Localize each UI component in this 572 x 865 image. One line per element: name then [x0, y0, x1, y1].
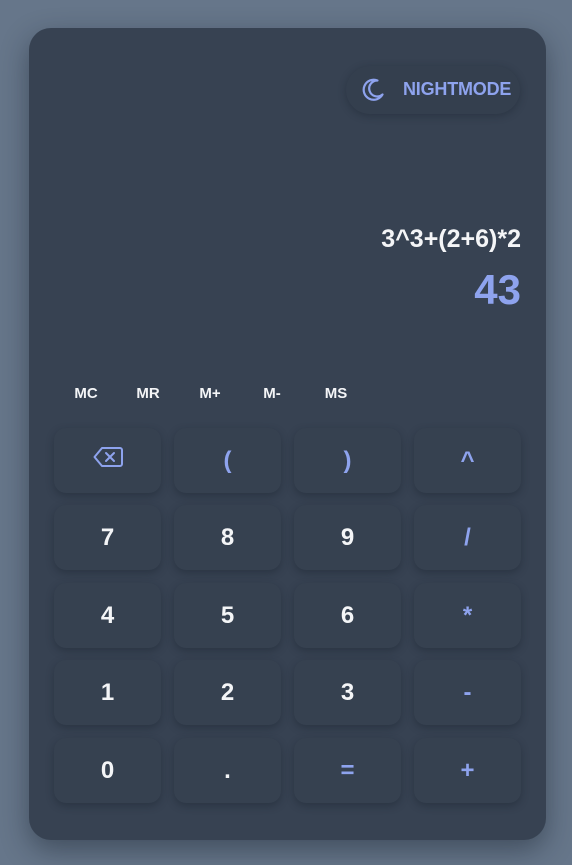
- result-display: 43: [474, 266, 521, 313]
- digit-4-button[interactable]: 4: [54, 583, 161, 648]
- memory-subtract-button[interactable]: M-: [247, 385, 297, 402]
- nightmode-toggle[interactable]: NIGHTMODE: [346, 66, 520, 114]
- memory-add-button[interactable]: M+: [185, 385, 235, 402]
- backspace-icon: [93, 446, 123, 475]
- equals-button[interactable]: =: [294, 738, 401, 803]
- nightmode-label: NIGHTMODE: [403, 79, 512, 99]
- digit-8-button[interactable]: 8: [174, 505, 281, 570]
- digit-0-button[interactable]: 0: [54, 738, 161, 803]
- digit-5-button[interactable]: 5: [174, 583, 281, 648]
- moon-icon: [360, 77, 386, 103]
- multiply-button[interactable]: *: [414, 583, 521, 648]
- calculator-panel: NIGHTMODE 3^3+(2+6)*2 43 MC MR M+ M- MS …: [29, 28, 546, 840]
- plus-button[interactable]: +: [414, 738, 521, 803]
- digit-3-button[interactable]: 3: [294, 660, 401, 725]
- memory-clear-button[interactable]: MC: [61, 385, 111, 402]
- power-button[interactable]: ^: [414, 428, 521, 493]
- open-paren-button[interactable]: (: [174, 428, 281, 493]
- digit-9-button[interactable]: 9: [294, 505, 401, 570]
- expression-display: 3^3+(2+6)*2: [381, 225, 521, 253]
- memory-store-button[interactable]: MS: [311, 385, 361, 402]
- digit-2-button[interactable]: 2: [174, 660, 281, 725]
- backspace-button[interactable]: [54, 428, 161, 493]
- divide-button[interactable]: /: [414, 505, 521, 570]
- close-paren-button[interactable]: ): [294, 428, 401, 493]
- decimal-point-button[interactable]: .: [174, 738, 281, 803]
- minus-button[interactable]: -: [414, 660, 521, 725]
- memory-recall-button[interactable]: MR: [123, 385, 173, 402]
- digit-6-button[interactable]: 6: [294, 583, 401, 648]
- digit-1-button[interactable]: 1: [54, 660, 161, 725]
- digit-7-button[interactable]: 7: [54, 505, 161, 570]
